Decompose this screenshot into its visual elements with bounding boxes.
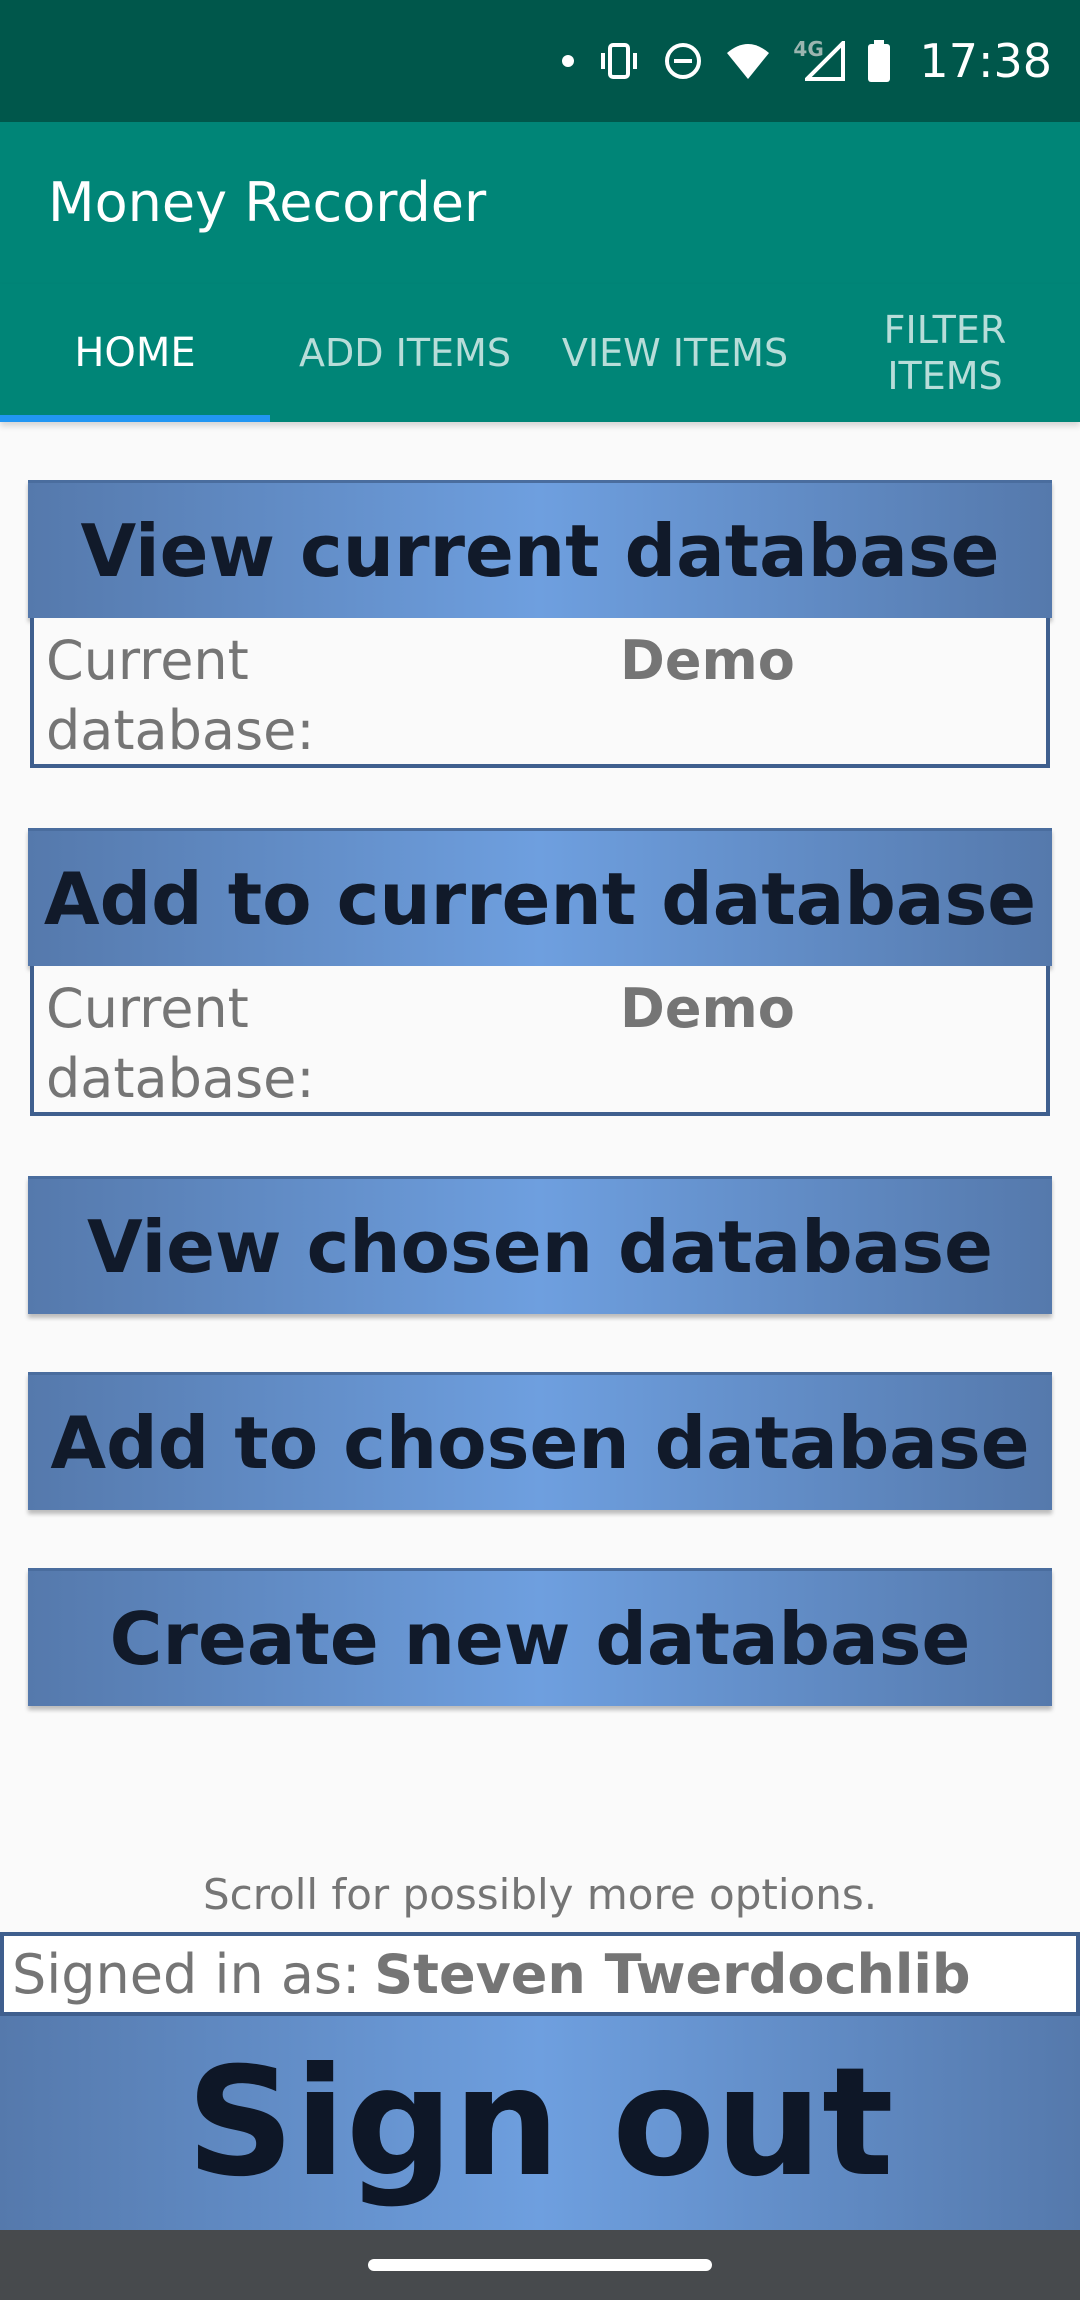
signed-in-name: Steven Twerdochlib	[374, 1942, 971, 2006]
status-icons: 4G 17:38	[561, 0, 1052, 122]
navigation-bar	[0, 2230, 1080, 2300]
status-time: 17:38	[919, 34, 1052, 88]
sign-out-button[interactable]: Sign out	[0, 2016, 1080, 2230]
current-database-info-1: Current database: Demo	[30, 618, 1050, 768]
current-database-label: Current database:	[46, 977, 315, 1110]
tab-bar: HOME ADD ITEMS VIEW ITEMS FILTER ITEMS	[0, 284, 1080, 422]
battery-icon	[868, 40, 891, 82]
current-database-value: Demo	[620, 977, 795, 1040]
add-to-current-database-button[interactable]: Add to current database	[28, 828, 1052, 966]
tab-home[interactable]: HOME	[0, 284, 270, 422]
signal-4g-icon: 4G	[793, 37, 846, 81]
signed-in-label: Signed in as:	[12, 1942, 361, 2006]
do-not-disturb-icon	[665, 43, 702, 79]
notification-dot-icon	[562, 55, 575, 67]
home-gesture-handle[interactable]	[368, 2259, 712, 2271]
tab-view-items[interactable]: VIEW ITEMS	[540, 284, 810, 422]
status-bar: 4G 17:38	[0, 0, 1080, 122]
wifi-icon	[727, 44, 770, 79]
vibrate-icon	[601, 43, 638, 79]
current-database-value: Demo	[620, 629, 795, 692]
tab-add-items[interactable]: ADD ITEMS	[270, 284, 540, 422]
add-to-chosen-database-button[interactable]: Add to chosen database	[28, 1372, 1052, 1510]
signed-in-bar: Signed in as: Steven Twerdochlib	[0, 1932, 1080, 2016]
create-new-database-button[interactable]: Create new database	[28, 1568, 1052, 1706]
view-chosen-database-button[interactable]: View chosen database	[28, 1176, 1052, 1314]
view-current-database-button[interactable]: View current database	[28, 480, 1052, 618]
app-bar: Money Recorder	[0, 122, 1080, 284]
tab-filter-items[interactable]: FILTER ITEMS	[810, 284, 1080, 422]
app-title: Money Recorder	[48, 171, 487, 234]
current-database-label: Current database:	[46, 629, 315, 762]
current-database-info-2: Current database: Demo	[30, 966, 1050, 1116]
scroll-hint: Scroll for possibly more options.	[202, 1870, 878, 1919]
